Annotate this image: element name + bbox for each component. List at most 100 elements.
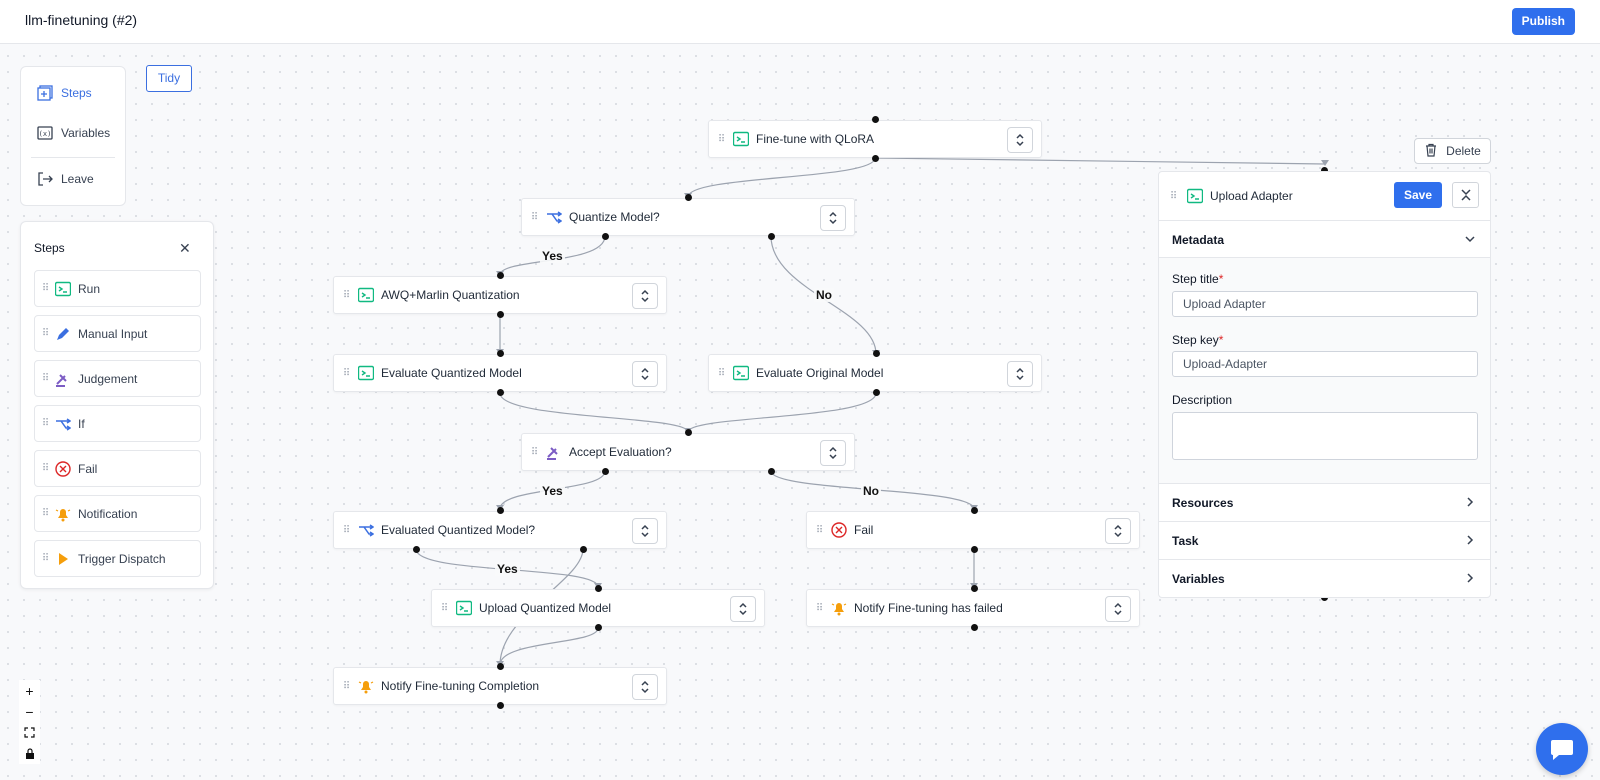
nav-item-variables[interactable]: (x) Variables bbox=[37, 125, 110, 141]
connection-handle[interactable] bbox=[497, 663, 504, 670]
drag-handle-icon[interactable]: ⠿ bbox=[35, 463, 55, 474]
expand-toggle-icon[interactable] bbox=[820, 205, 846, 231]
flow-node[interactable]: ⠿ AWQ+Marlin Quantization bbox=[333, 276, 667, 314]
step-title-label: Step title* bbox=[1172, 272, 1224, 286]
nav-item-leave[interactable]: Leave bbox=[37, 171, 94, 187]
step-title-input[interactable] bbox=[1172, 291, 1478, 317]
connection-handle[interactable] bbox=[971, 585, 978, 592]
flow-node[interactable]: ⠿ Evaluate Original Model bbox=[708, 354, 1042, 392]
flow-node[interactable]: ⠿ Fail bbox=[806, 511, 1140, 549]
palette-item-trigger-dispatch[interactable]: ⠿ Trigger Dispatch bbox=[34, 540, 201, 577]
connection-handle[interactable] bbox=[971, 546, 978, 553]
palette-item-notification[interactable]: ⠿ Notification bbox=[34, 495, 201, 532]
connection-handle[interactable] bbox=[872, 155, 879, 162]
drag-handle-icon[interactable]: ⠿ bbox=[334, 525, 358, 536]
lock-icon[interactable] bbox=[19, 743, 40, 764]
drag-handle-icon[interactable]: ⠿ bbox=[432, 603, 456, 614]
branch-icon bbox=[546, 209, 562, 225]
palette-item-run[interactable]: ⠿ Run bbox=[34, 270, 201, 307]
drag-handle-icon[interactable]: ⠿ bbox=[35, 283, 55, 294]
drag-handle-icon[interactable]: ⠿ bbox=[709, 134, 733, 145]
connection-handle[interactable] bbox=[602, 233, 609, 240]
chat-icon[interactable] bbox=[1536, 723, 1588, 775]
expand-toggle-icon[interactable] bbox=[1105, 596, 1131, 622]
resources-section-header[interactable]: Resources bbox=[1159, 483, 1490, 521]
connection-handle[interactable] bbox=[873, 389, 880, 396]
connection-handle[interactable] bbox=[602, 468, 609, 475]
palette-item-label: Judgement bbox=[78, 371, 138, 386]
metadata-section-header[interactable]: Metadata bbox=[1159, 220, 1490, 258]
expand-toggle-icon[interactable] bbox=[632, 674, 658, 700]
collapse-icon[interactable] bbox=[1452, 182, 1479, 208]
expand-toggle-icon[interactable] bbox=[1007, 361, 1033, 387]
nav-item-steps[interactable]: Steps bbox=[37, 85, 92, 101]
connection-handle[interactable] bbox=[768, 468, 775, 475]
step-key-input[interactable] bbox=[1172, 351, 1478, 377]
connection-handle[interactable] bbox=[971, 624, 978, 631]
node-label: AWQ+Marlin Quantization bbox=[381, 288, 520, 302]
drag-handle-icon[interactable]: ⠿ bbox=[709, 368, 733, 379]
zoom-out-icon[interactable]: − bbox=[19, 701, 40, 722]
connection-handle[interactable] bbox=[595, 585, 602, 592]
connection-handle[interactable] bbox=[873, 350, 880, 357]
drag-handle-icon[interactable]: ⠿ bbox=[807, 603, 831, 614]
flow-node[interactable]: ⠿ Evaluated Quantized Model? bbox=[333, 511, 667, 549]
drag-handle-icon[interactable]: ⠿ bbox=[522, 212, 546, 223]
description-textarea[interactable] bbox=[1172, 412, 1478, 460]
connection-handle[interactable] bbox=[497, 272, 504, 279]
connection-handle[interactable] bbox=[497, 702, 504, 709]
connection-handle[interactable] bbox=[497, 507, 504, 514]
connection-handle[interactable] bbox=[413, 546, 420, 553]
expand-toggle-icon[interactable] bbox=[1007, 127, 1033, 153]
palette-item-fail[interactable]: ⠿ Fail bbox=[34, 450, 201, 487]
drag-handle-icon[interactable]: ⠿ bbox=[35, 373, 55, 384]
palette-item-if[interactable]: ⠿ If bbox=[34, 405, 201, 442]
flow-node[interactable]: ⠿ Quantize Model? bbox=[521, 198, 855, 236]
run-icon bbox=[358, 365, 374, 381]
flow-node[interactable]: ⠿ Evaluate Quantized Model bbox=[333, 354, 667, 392]
drag-handle-icon[interactable]: ⠿ bbox=[1159, 191, 1187, 202]
zoom-in-icon[interactable]: + bbox=[19, 680, 40, 701]
flow-node[interactable]: ⠿ Accept Evaluation? bbox=[521, 433, 855, 471]
connection-handle[interactable] bbox=[685, 194, 692, 201]
variables-section-header[interactable]: Variables bbox=[1159, 559, 1490, 597]
expand-toggle-icon[interactable] bbox=[632, 283, 658, 309]
connection-handle[interactable] bbox=[497, 350, 504, 357]
flow-node[interactable]: ⠿ Notify Fine-tuning has failed bbox=[806, 589, 1140, 627]
drag-handle-icon[interactable]: ⠿ bbox=[334, 368, 358, 379]
drag-handle-icon[interactable]: ⠿ bbox=[35, 553, 55, 564]
delete-button[interactable]: Delete bbox=[1414, 138, 1491, 164]
palette-item-judgement[interactable]: ⠿ Judgement bbox=[34, 360, 201, 397]
flow-node[interactable]: ⠿ Notify Fine-tuning Completion bbox=[333, 667, 667, 705]
expand-toggle-icon[interactable] bbox=[632, 361, 658, 387]
connection-handle[interactable] bbox=[971, 507, 978, 514]
connection-handle[interactable] bbox=[497, 389, 504, 396]
connection-handle[interactable] bbox=[872, 116, 879, 123]
drag-handle-icon[interactable]: ⠿ bbox=[35, 418, 55, 429]
connection-handle[interactable] bbox=[768, 233, 775, 240]
connection-handle[interactable] bbox=[685, 429, 692, 436]
fit-view-icon[interactable] bbox=[19, 722, 40, 743]
drag-handle-icon[interactable]: ⠿ bbox=[807, 525, 831, 536]
pencil-icon bbox=[55, 326, 71, 342]
tidy-button[interactable]: Tidy bbox=[146, 65, 192, 92]
expand-toggle-icon[interactable] bbox=[632, 518, 658, 544]
task-section-header[interactable]: Task bbox=[1159, 521, 1490, 559]
drag-handle-icon[interactable]: ⠿ bbox=[35, 508, 55, 519]
save-button[interactable]: Save bbox=[1394, 182, 1442, 208]
connection-handle[interactable] bbox=[595, 624, 602, 631]
close-icon[interactable]: ✕ bbox=[179, 240, 191, 257]
connection-handle[interactable] bbox=[497, 311, 504, 318]
expand-toggle-icon[interactable] bbox=[1105, 518, 1131, 544]
palette-item-manual-input[interactable]: ⠿ Manual Input bbox=[34, 315, 201, 352]
flow-node[interactable]: ⠿ Upload Quantized Model bbox=[431, 589, 765, 627]
drag-handle-icon[interactable]: ⠿ bbox=[334, 290, 358, 301]
connection-handle[interactable] bbox=[580, 546, 587, 553]
svg-text:(x): (x) bbox=[39, 130, 52, 138]
drag-handle-icon[interactable]: ⠿ bbox=[522, 447, 546, 458]
drag-handle-icon[interactable]: ⠿ bbox=[35, 328, 55, 339]
drag-handle-icon[interactable]: ⠿ bbox=[334, 681, 358, 692]
expand-toggle-icon[interactable] bbox=[730, 596, 756, 622]
expand-toggle-icon[interactable] bbox=[820, 440, 846, 466]
flow-node[interactable]: ⠿ Fine-tune with QLoRA bbox=[708, 120, 1042, 158]
